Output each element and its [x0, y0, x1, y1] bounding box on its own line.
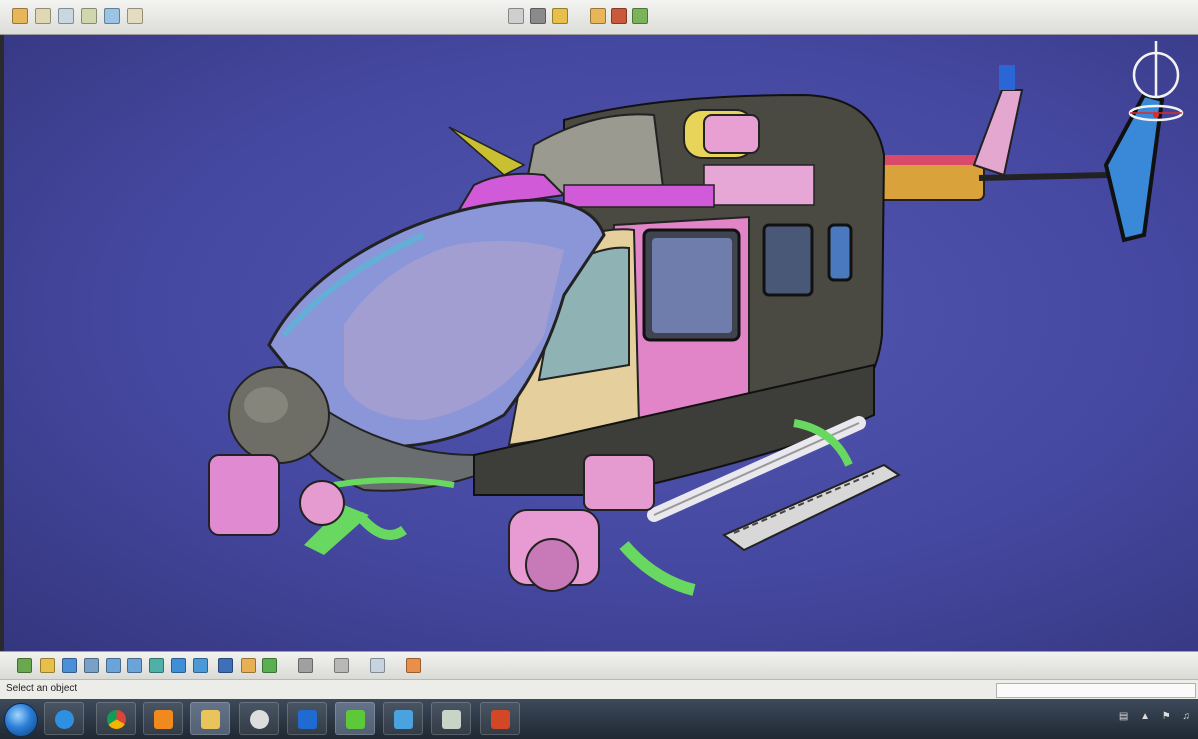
taskbar-file-explorer[interactable]	[190, 702, 230, 735]
multi-view-icon[interactable]	[218, 658, 233, 673]
file-icon[interactable]	[12, 8, 28, 24]
catalog-icon[interactable]	[406, 658, 421, 673]
print-icon[interactable]	[81, 8, 97, 24]
quick-view-icon[interactable]	[171, 658, 186, 673]
system-tray: ▤ ▲ ⚑ ♫	[1110, 711, 1190, 722]
3d-viewport[interactable]	[4, 35, 1198, 651]
view-toolbar	[0, 651, 1198, 680]
media-player-icon	[154, 710, 173, 729]
taskbar-catia[interactable]	[335, 702, 375, 735]
render-icon[interactable]	[370, 658, 385, 673]
taskbar-toolbar-app[interactable]	[383, 702, 423, 735]
zoom-in-icon[interactable]	[106, 658, 121, 673]
powerpoint-icon	[491, 710, 510, 729]
brain-app-icon	[250, 710, 269, 729]
taskbar-chrome[interactable]	[96, 702, 136, 735]
file-explorer-icon	[201, 710, 220, 729]
taskbar-window-app[interactable]	[431, 702, 471, 735]
globe-icon[interactable]	[590, 8, 606, 24]
top-toolbar	[0, 0, 1198, 35]
outlook-icon	[298, 710, 317, 729]
iso-view-icon[interactable]	[193, 658, 208, 673]
image-icon[interactable]	[58, 8, 74, 24]
fly-mode-icon[interactable]	[17, 658, 32, 673]
status-message: Select an object	[6, 683, 78, 694]
windows-start-icon[interactable]	[4, 703, 38, 737]
chrome-icon	[107, 710, 126, 729]
compass-icon[interactable]	[508, 8, 524, 24]
taskbar-ie[interactable]	[44, 702, 84, 735]
volume-icon[interactable]: ♫	[1183, 711, 1191, 722]
fit-all-icon[interactable]	[40, 658, 55, 673]
command-input[interactable]	[996, 683, 1196, 698]
normal-view-icon[interactable]	[149, 658, 164, 673]
pan-icon[interactable]	[62, 658, 77, 673]
status-bar: Select an object	[0, 679, 1198, 700]
helicopter-model[interactable]	[4, 35, 1198, 651]
toolbar-app-icon	[394, 710, 413, 729]
arrow-up-icon[interactable]: ▲	[1140, 711, 1150, 722]
open-icon[interactable]	[35, 8, 51, 24]
zoom-out-icon[interactable]	[127, 658, 142, 673]
hide-show-icon[interactable]	[298, 658, 313, 673]
swap-space-icon[interactable]	[334, 658, 349, 673]
taskbar-powerpoint[interactable]	[480, 702, 520, 735]
document-icon[interactable]	[104, 8, 120, 24]
taskbar-outlook[interactable]	[287, 702, 327, 735]
material-icon[interactable]	[611, 8, 627, 24]
taskbar-media-player[interactable]	[143, 702, 183, 735]
window-app-icon	[442, 710, 461, 729]
internet-explorer-icon	[55, 710, 74, 729]
windows-taskbar: ▤ ▲ ⚑ ♫	[0, 699, 1198, 739]
bulb-icon[interactable]	[552, 8, 568, 24]
tool-icon[interactable]	[127, 8, 143, 24]
lock-icon[interactable]	[530, 8, 546, 24]
edges-icon[interactable]	[262, 658, 277, 673]
shading-icon[interactable]	[632, 8, 648, 24]
flag-icon[interactable]: ⚑	[1162, 711, 1171, 722]
network-icon[interactable]: ▤	[1119, 711, 1128, 722]
taskbar-brain-app[interactable]	[239, 702, 279, 735]
shading-icon[interactable]	[241, 658, 256, 673]
catia-icon	[346, 710, 365, 729]
rotate-icon[interactable]	[84, 658, 99, 673]
